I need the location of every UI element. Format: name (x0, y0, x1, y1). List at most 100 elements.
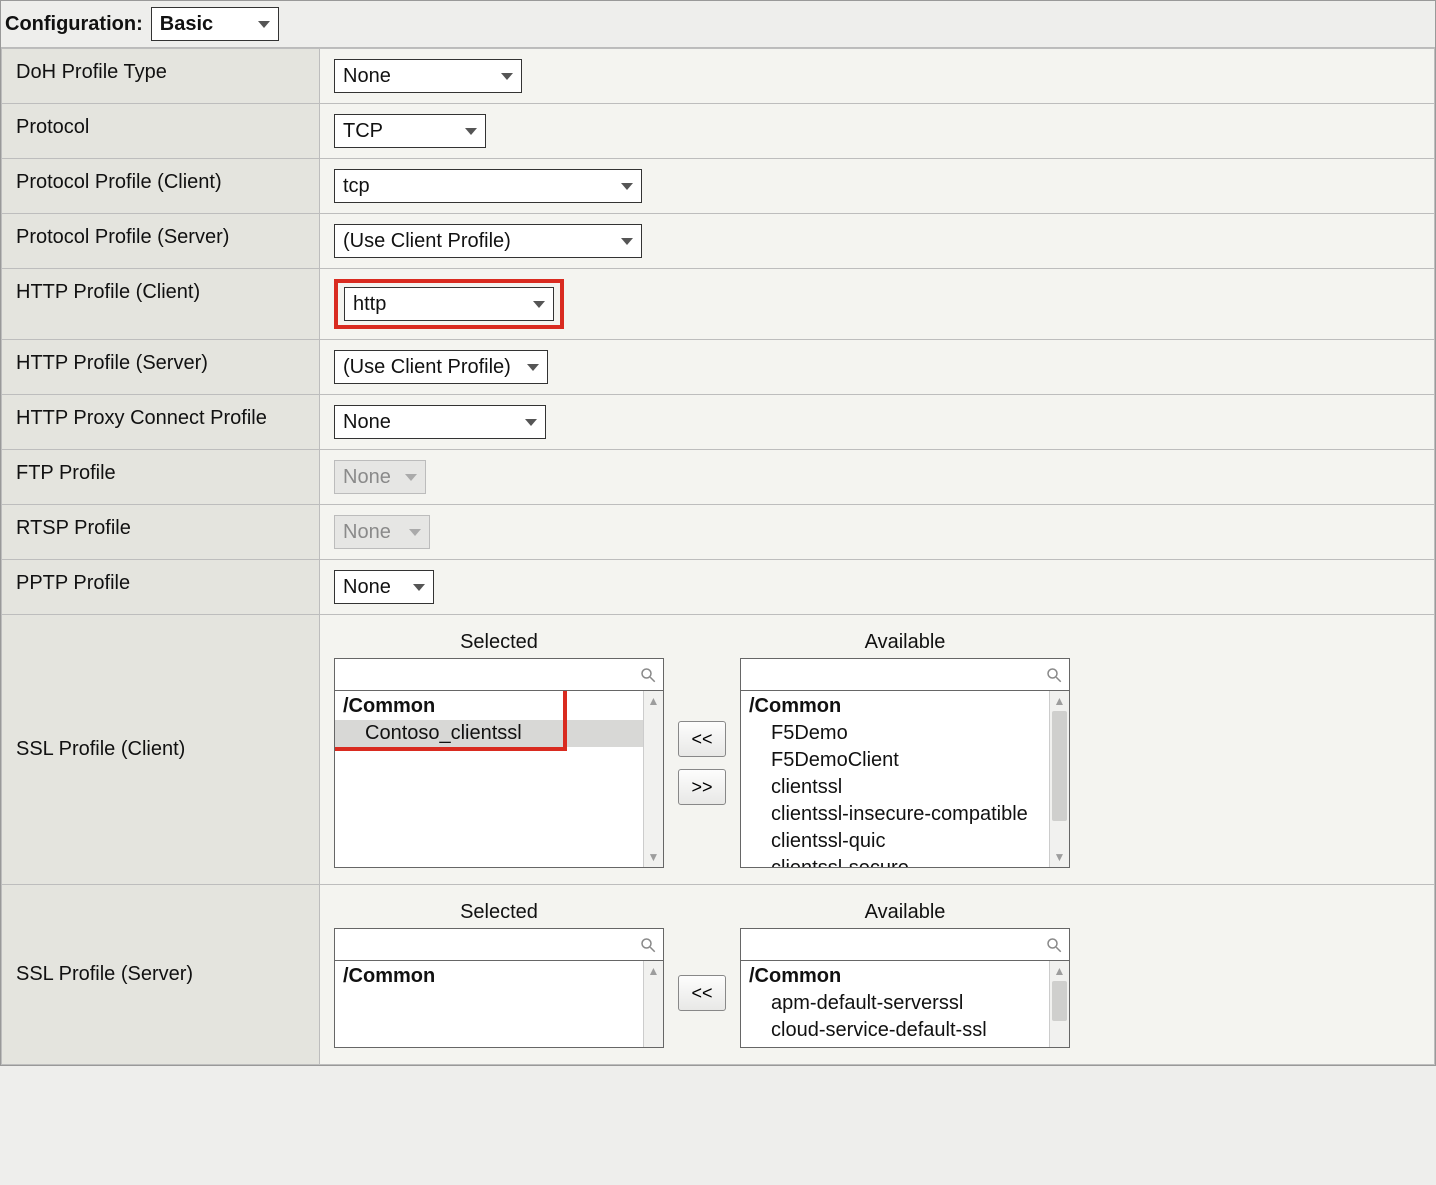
ssl-client-selected-search[interactable] (334, 658, 664, 690)
row-label-ssls: SSL Profile (Server) (2, 885, 320, 1065)
search-icon (633, 929, 663, 960)
protocol-profile-client-select[interactable]: tcp (334, 169, 642, 203)
ssl-client-available-column: Available /Common F5Demo F5DemoClien (740, 631, 1070, 868)
search-icon (1039, 659, 1069, 690)
row-label-rtsp: RTSP Profile (2, 505, 320, 560)
http-profile-client-select[interactable]: http (344, 287, 554, 321)
chevron-down-icon (501, 73, 513, 80)
row-label-ftp: FTP Profile (2, 450, 320, 505)
list-item[interactable]: cloud-service-default-ssl (741, 1017, 1049, 1044)
ssl-server-available-search-input[interactable] (741, 929, 1039, 960)
ftp-profile-select: None (334, 460, 426, 494)
ssl-server-selected-search[interactable] (334, 928, 664, 960)
search-icon (633, 659, 663, 690)
chevron-down-icon (527, 364, 539, 371)
list-item[interactable]: F5DemoClient (741, 747, 1049, 774)
ssl-client-available-group: /Common (741, 691, 1049, 720)
row-label-sslc: SSL Profile (Client) (2, 615, 320, 885)
rtsp-profile-select: None (334, 515, 430, 549)
scrollbar[interactable]: ▲ ▼ (1049, 691, 1069, 867)
configuration-select-value: Basic (160, 13, 213, 36)
http-profile-server-select[interactable]: (Use Client Profile) (334, 350, 548, 384)
row-label-doh: DoH Profile Type (2, 49, 320, 104)
ssl-client-available-listbox[interactable]: /Common F5Demo F5DemoClient clientssl cl… (740, 690, 1070, 868)
protocol-select[interactable]: TCP (334, 114, 486, 148)
list-item[interactable]: clientssl (741, 774, 1049, 801)
selected-title: Selected (334, 631, 664, 658)
scrollbar[interactable]: ▲ (1049, 961, 1069, 1047)
configuration-label: Configuration: (5, 13, 143, 36)
move-left-button[interactable]: << (678, 975, 726, 1011)
chevron-down-icon (533, 301, 545, 308)
ssl-server-selected-group: /Common (335, 961, 643, 990)
available-title: Available (740, 631, 1070, 658)
scroll-up-icon[interactable]: ▲ (644, 691, 663, 711)
ftp-profile-value: None (343, 466, 391, 489)
row-label-protocol: Protocol (2, 104, 320, 159)
move-left-button[interactable]: << (678, 721, 726, 757)
chevron-down-icon (621, 183, 633, 190)
list-item[interactable]: clientssl-insecure-compatible (741, 801, 1049, 828)
configuration-select[interactable]: Basic (151, 7, 279, 41)
list-item[interactable]: clientssl-secure (741, 855, 1049, 867)
row-label-httpc: HTTP Profile (Client) (2, 269, 320, 340)
http-profile-server-value: (Use Client Profile) (343, 356, 511, 379)
scroll-up-icon[interactable]: ▲ (644, 961, 663, 981)
scroll-down-icon[interactable]: ▼ (644, 847, 663, 867)
chevron-down-icon (465, 128, 477, 135)
scroll-down-icon[interactable]: ▼ (1050, 847, 1069, 867)
scroll-up-icon[interactable]: ▲ (1050, 961, 1069, 981)
ssl-server-available-search[interactable] (740, 928, 1070, 960)
chevron-down-icon (525, 419, 537, 426)
ssl-server-available-column: Available /Common apm-default-serverssl (740, 901, 1070, 1048)
doh-profile-select[interactable]: None (334, 59, 522, 93)
ssl-client-selected-group: /Common (335, 691, 643, 720)
scrollbar[interactable]: ▲ (643, 961, 663, 1047)
pptp-profile-select[interactable]: None (334, 570, 434, 604)
available-title: Available (740, 901, 1070, 928)
ssl-server-move-buttons: << (678, 901, 726, 1011)
chevron-down-icon (405, 474, 417, 481)
ssl-server-selected-listbox[interactable]: /Common ▲ (334, 960, 664, 1048)
row-label-ppc: Protocol Profile (Client) (2, 159, 320, 214)
row-label-pps: Protocol Profile (Server) (2, 214, 320, 269)
protocol-profile-server-value: (Use Client Profile) (343, 230, 511, 253)
list-item[interactable]: Contoso_clientssl (335, 720, 643, 747)
ssl-server-available-group: /Common (741, 961, 1049, 990)
config-panel: Configuration: Basic DoH Profile Type No… (0, 0, 1436, 1066)
scrollbar[interactable]: ▲ ▼ (643, 691, 663, 867)
row-label-pptp: PPTP Profile (2, 560, 320, 615)
settings-table: DoH Profile Type None Protocol TCP Proto… (1, 48, 1435, 1065)
ssl-client-move-buttons: << >> (678, 631, 726, 805)
list-item[interactable]: clientssl-quic (741, 828, 1049, 855)
move-right-button[interactable]: >> (678, 769, 726, 805)
ssl-client-available-search-input[interactable] (741, 659, 1039, 690)
http-proxy-connect-select[interactable]: None (334, 405, 546, 439)
list-item[interactable]: F5Demo (741, 720, 1049, 747)
ssl-server-available-listbox[interactable]: /Common apm-default-serverssl cloud-serv… (740, 960, 1070, 1048)
ssl-server-selected-column: Selected /Common ▲ (334, 901, 664, 1048)
http-proxy-connect-value: None (343, 411, 391, 434)
ssl-client-selected-search-input[interactable] (335, 659, 633, 690)
chevron-down-icon (409, 529, 421, 536)
pptp-profile-value: None (343, 576, 391, 599)
chevron-down-icon (621, 238, 633, 245)
http-profile-client-value: http (353, 293, 386, 316)
ssl-client-available-search[interactable] (740, 658, 1070, 690)
ssl-client-selected-column: Selected /Common Contoso_clientssl (334, 631, 664, 868)
protocol-value: TCP (343, 120, 383, 143)
rtsp-profile-value: None (343, 521, 391, 544)
row-label-hproxy: HTTP Proxy Connect Profile (2, 395, 320, 450)
ssl-client-dual-list: Selected /Common Contoso_clientssl (334, 625, 1420, 874)
configuration-bar: Configuration: Basic (1, 1, 1435, 48)
protocol-profile-client-value: tcp (343, 175, 370, 198)
ssl-server-dual-list: Selected /Common ▲ (334, 895, 1420, 1054)
chevron-down-icon (413, 584, 425, 591)
protocol-profile-server-select[interactable]: (Use Client Profile) (334, 224, 642, 258)
list-item[interactable]: apm-default-serverssl (741, 990, 1049, 1017)
ssl-server-selected-search-input[interactable] (335, 929, 633, 960)
ssl-client-selected-listbox[interactable]: /Common Contoso_clientssl ▲ ▼ (334, 690, 664, 868)
selected-title: Selected (334, 901, 664, 928)
scroll-up-icon[interactable]: ▲ (1050, 691, 1069, 711)
doh-profile-value: None (343, 65, 391, 88)
